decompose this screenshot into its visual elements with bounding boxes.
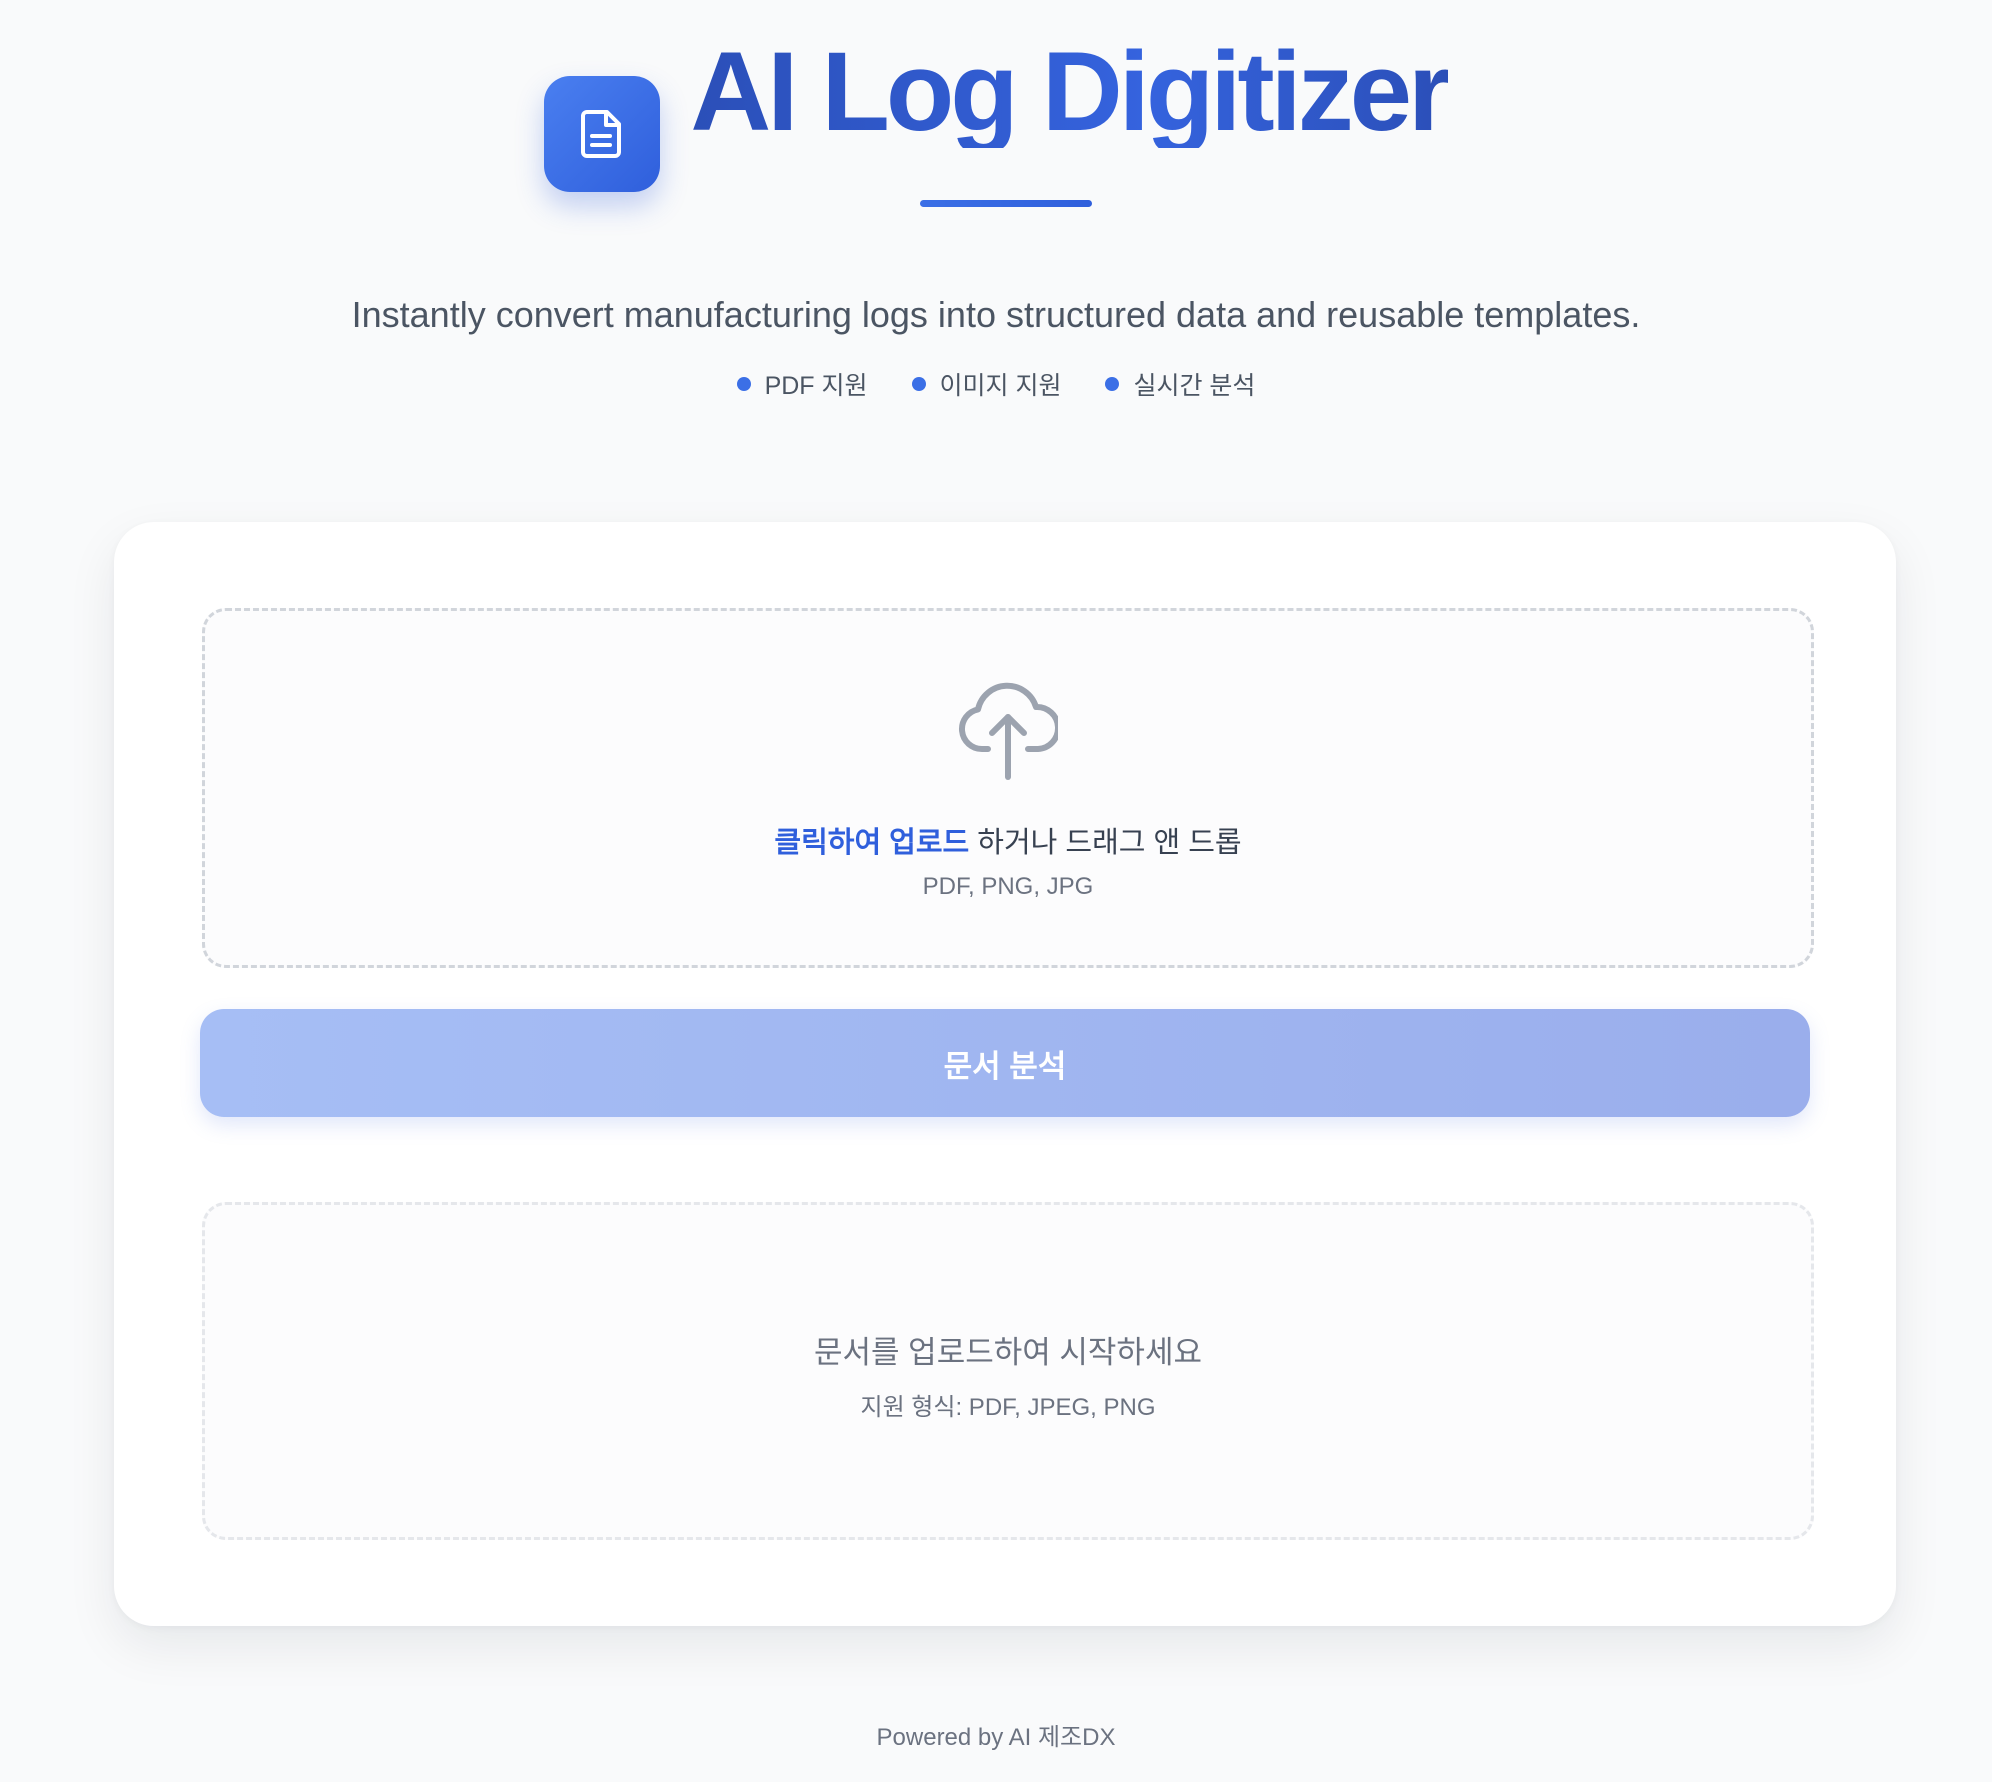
upload-instruction-rest: 하거나 드래그 앤 드롭 [969,827,1242,859]
feature-list: PDF 지원 이미지 지원 실시간 분석 [0,366,1992,402]
title-underline [920,200,1092,207]
page-title: AI Log Digitizer [690,29,1451,154]
feature-item: 이미지 지원 [911,366,1062,402]
main-card: 클릭하여 업로드 하거나 드래그 앤 드롭 PDF, PNG, JPG 문서 분… [114,522,1896,1626]
feature-label: PDF 지원 [764,372,868,400]
result-placeholder: 문서를 업로드하여 시작하세요 지원 형식: PDF, JPEG, PNG [202,1202,1814,1540]
upload-formats: PDF, PNG, JPG [922,873,1094,900]
upload-dropzone[interactable]: 클릭하여 업로드 하거나 드래그 앤 드롭 PDF, PNG, JPG [202,608,1814,968]
feature-item: PDF 지원 [736,366,868,402]
feature-label: 이미지 지원 [939,372,1062,400]
bullet-dot-icon [736,377,751,391]
feature-label: 실시간 분석 [1133,372,1256,400]
bullet-dot-icon [911,377,926,391]
upload-instruction: 클릭하여 업로드 하거나 드래그 앤 드롭 [205,819,1811,861]
cloud-upload-icon [959,682,1058,780]
analyze-document-button[interactable]: 문서 분석 [200,1009,1810,1117]
bullet-dot-icon [1105,377,1120,391]
brand: AI Log Digitizer [0,36,1992,223]
feature-item: 실시간 분석 [1105,366,1255,402]
document-icon [581,109,622,158]
logo [544,75,661,192]
page-header: AI Log Digitizer Instantly convert manuf… [0,0,1992,420]
placeholder-title: 문서를 업로드하여 시작하세요 [814,1335,1202,1370]
upload-link[interactable]: 클릭하여 업로드 [774,827,969,859]
placeholder-subtitle: 지원 형식: PDF, JPEG, PNG [860,1394,1156,1421]
page-subtitle: Instantly convert manufacturing logs int… [351,294,1641,335]
footer-text: Powered by AI 제조DX [876,1724,1116,1751]
